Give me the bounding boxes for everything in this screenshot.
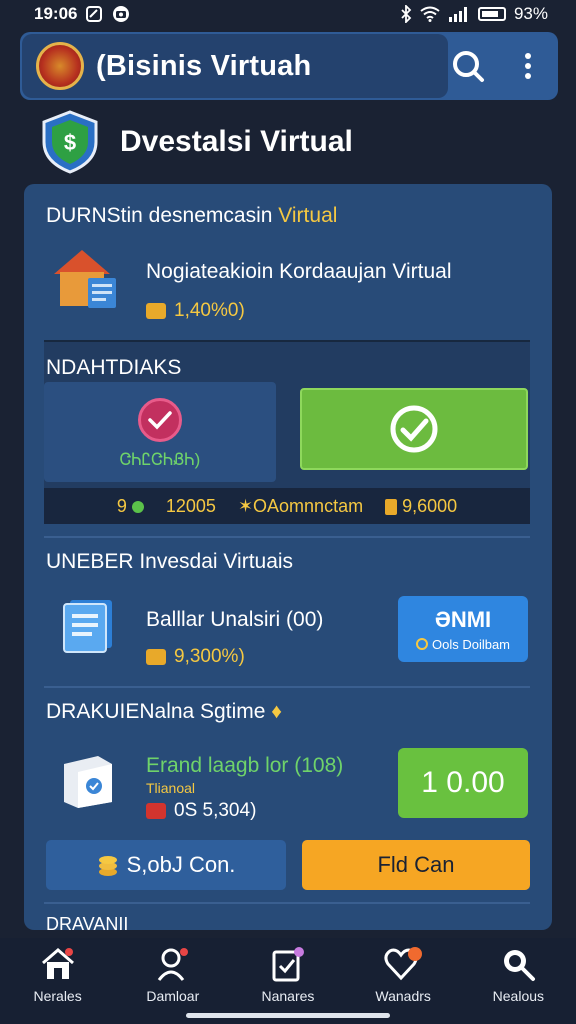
stats-left-tile-label: ᏣᏂᏝᏣᏂᏰᏂ): [119, 450, 201, 469]
home-icon: [41, 948, 74, 979]
section4-item-subtitle: Tlianoal: [146, 780, 196, 796]
page-title: Dvestalsi Virtual: [120, 125, 353, 158]
section3-title: UNEBER Invesdai Virtuais: [46, 550, 294, 573]
section4-title-row: DRAKUIENalna Sgtime ♦: [46, 700, 282, 724]
check-circle-icon: [390, 405, 438, 453]
signal-icon: [448, 6, 470, 22]
coins-stack-icon: [98, 856, 117, 876]
checkmark-badge-icon: [138, 398, 182, 442]
search-button[interactable]: [444, 42, 492, 90]
stats-footer-a: 9: [117, 496, 144, 517]
house-icon: [50, 242, 120, 312]
left-action-button[interactable]: S,obJ Con.: [46, 840, 286, 890]
app-bar-title-area: (Bisinis Virtuah: [22, 34, 448, 98]
section4-value-button[interactable]: 1 0.00: [398, 748, 528, 818]
logo-emblem-icon: [36, 42, 84, 90]
main-card: DURNStin desnemcasin Virtual Nogiateakio…: [24, 184, 552, 930]
section1-item-value-chip: 1,40%0): [146, 300, 245, 322]
nav-item-documents[interactable]: Nanares: [233, 946, 343, 1004]
svg-text:$: $: [64, 130, 76, 155]
page-heading: $ Dvestalsi Virtual: [40, 110, 353, 174]
battery-level: 93%: [513, 4, 548, 23]
thumbs-up-icon: [385, 498, 398, 515]
search-icon: [453, 51, 484, 82]
shield-dollar-icon: $: [40, 110, 100, 174]
left-action-label: S,obJ Con.: [126, 852, 236, 877]
nav-item-home[interactable]: Nerales: [3, 946, 113, 1004]
section1-title-accent: Virtual: [278, 204, 338, 227]
bluetooth-icon: [400, 5, 412, 23]
trophy-icon: ♦: [271, 700, 282, 723]
stats-block: NDAHTDIAKS ᏣᏂᏝᏣᏂᏰᏂ) 9 12005 ✶OAomnnctam …: [44, 340, 530, 524]
divider: [44, 686, 530, 688]
section3-item-value-chip: 9,300%): [146, 646, 245, 668]
badge-icon: [146, 803, 166, 819]
document-check-icon: [272, 947, 304, 982]
section3-item-title: Balllar Unalsiri (00): [146, 608, 324, 631]
section5-title: DRAVANII: [46, 914, 129, 930]
stats-footer-b: 12005: [165, 495, 216, 516]
coin-icon: [146, 303, 166, 319]
document-stack-icon: [62, 598, 116, 654]
camera-icon: [111, 5, 131, 23]
nav-label: Damloar: [146, 988, 200, 1004]
section4-item-value-chip: 0S 5,304): [146, 800, 256, 822]
stats-footer-d: 9,6000: [385, 496, 457, 517]
nav-label: Nealous: [492, 988, 545, 1004]
section2-title: NDAHTDIAKS: [46, 356, 182, 379]
stats-footer-c: ✶OAomnnctam: [237, 495, 364, 516]
nav-item-search[interactable]: Nealous: [463, 946, 573, 1004]
section4-item-title: Erand laagb lor (108): [146, 754, 344, 777]
section4-title: DRAKUIENalna Sgtime: [46, 700, 266, 723]
battery-icon: [477, 7, 506, 21]
app-title: (Bisinis Virtuah: [96, 49, 312, 82]
status-left: 19:06: [34, 4, 131, 24]
nav-item-favorites[interactable]: Wanadrs: [348, 946, 458, 1004]
wifi-icon: [420, 6, 440, 22]
section1-title: DURNStin desnemcasin Virtual: [46, 204, 337, 228]
divider: [44, 902, 530, 904]
right-action-button[interactable]: Fld Can: [302, 840, 530, 890]
right-action-label: Fld Can: [377, 852, 455, 877]
nav-label: Nanares: [261, 988, 315, 1004]
status-time: 19:06: [34, 4, 78, 23]
section3-button-top: ƏNMI: [434, 606, 492, 632]
more-menu-button[interactable]: [504, 42, 552, 90]
section3-action-button[interactable]: ƏNMI Ools Doilbam: [398, 596, 528, 662]
ballot-box-icon: [58, 750, 118, 810]
status-right: 93%: [400, 4, 548, 24]
stats-footer: 9 12005 ✶OAomnnctam 9,6000: [44, 488, 530, 524]
bottom-nav: Nerales Damloar Nanares Wanadrs Nealous: [0, 938, 576, 1024]
section3-button-bottom: Ools Doilbam: [431, 636, 511, 652]
coin-icon: [146, 649, 166, 665]
section4-item-value: 0S 5,304): [174, 800, 257, 821]
nav-item-profile[interactable]: Damloar: [118, 946, 228, 1004]
app-bar: (Bisinis Virtuah: [20, 32, 558, 100]
more-vertical-icon: [525, 53, 531, 79]
status-bar: 19:06 93%: [0, 0, 576, 28]
brand-icon: [85, 5, 103, 23]
home-indicator[interactable]: [186, 1013, 390, 1018]
section3-item-value: 9,300%): [174, 646, 245, 667]
divider: [44, 536, 530, 538]
section1-item-title: Nogiateakioin Kordaaujan Virtual: [146, 260, 452, 283]
section1-item-value: 1,40%0): [174, 300, 245, 321]
clock-icon: [415, 638, 428, 650]
person-icon: [157, 948, 188, 981]
heart-icon: [384, 947, 423, 981]
section1-title-main: DURNStin desnemcasin: [46, 204, 279, 227]
nav-label: Wanadrs: [375, 988, 431, 1004]
section3-button-bottom-row: Ools Doilbam: [415, 636, 511, 652]
search-icon: [504, 950, 536, 981]
green-dot-icon: [131, 500, 144, 513]
nav-label: Nerales: [33, 988, 82, 1004]
confirm-tile-button[interactable]: [300, 388, 528, 470]
stats-left-tile[interactable]: ᏣᏂᏝᏣᏂᏰᏂ): [44, 382, 276, 482]
